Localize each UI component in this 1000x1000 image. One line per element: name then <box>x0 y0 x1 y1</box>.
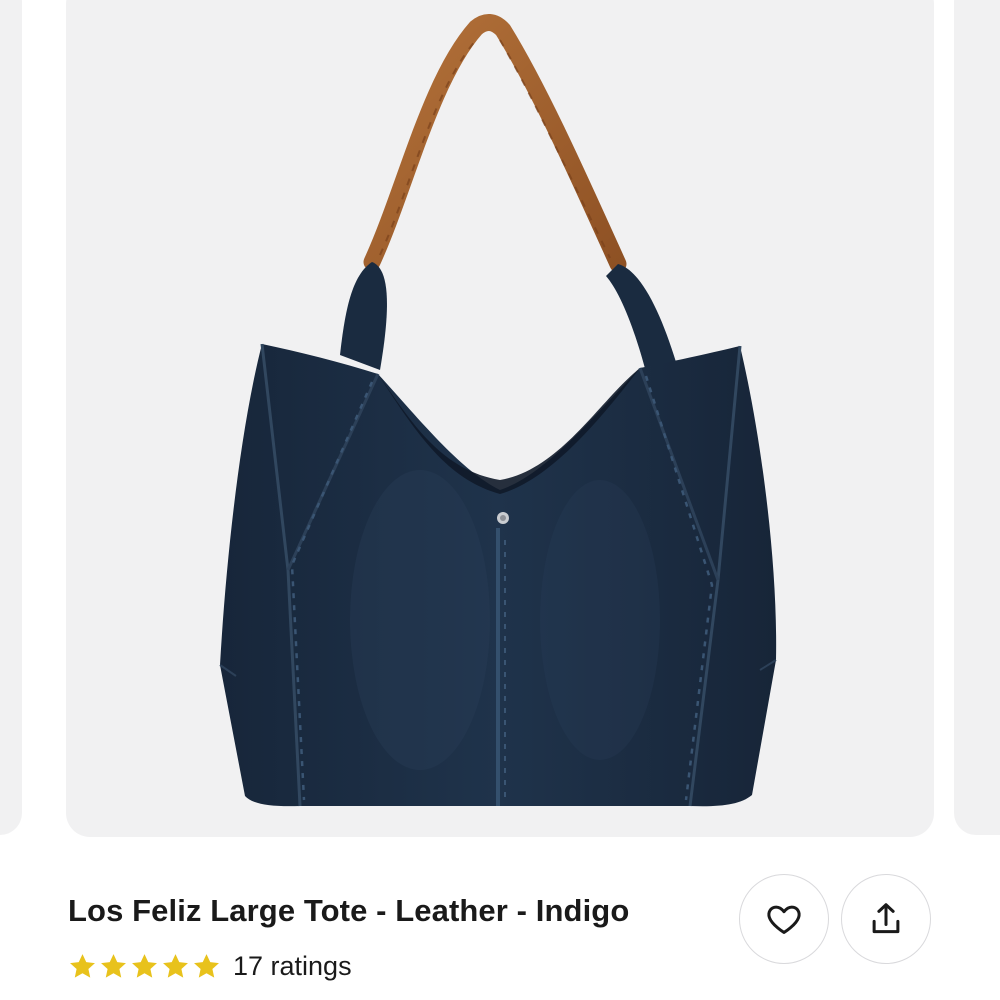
star-rating <box>68 952 221 981</box>
bag-strap <box>363 14 627 273</box>
product-title: Los Feliz Large Tote - Leather - Indigo <box>68 893 630 928</box>
product-detail-page: Los Feliz Large Tote - Leather - Indigo … <box>0 0 1000 1000</box>
next-image-peek[interactable] <box>954 0 1000 835</box>
product-image <box>219 14 777 807</box>
product-image-slide[interactable] <box>66 0 934 837</box>
star-icon <box>163 953 188 978</box>
ratings-count[interactable]: 17 ratings <box>233 951 352 982</box>
share-button[interactable] <box>841 874 931 964</box>
rating-row[interactable]: 17 ratings <box>68 948 352 984</box>
star-icon <box>70 953 95 978</box>
share-icon <box>872 903 900 934</box>
previous-image-peek[interactable] <box>0 0 22 835</box>
star-icon <box>132 953 157 978</box>
star-icon <box>101 953 126 978</box>
image-carousel[interactable] <box>0 0 1000 840</box>
bag-handle-left <box>340 262 387 370</box>
bag-handle-right <box>606 264 676 372</box>
favorite-button[interactable] <box>739 874 829 964</box>
star-icon <box>194 953 219 978</box>
heart-icon <box>767 905 801 934</box>
